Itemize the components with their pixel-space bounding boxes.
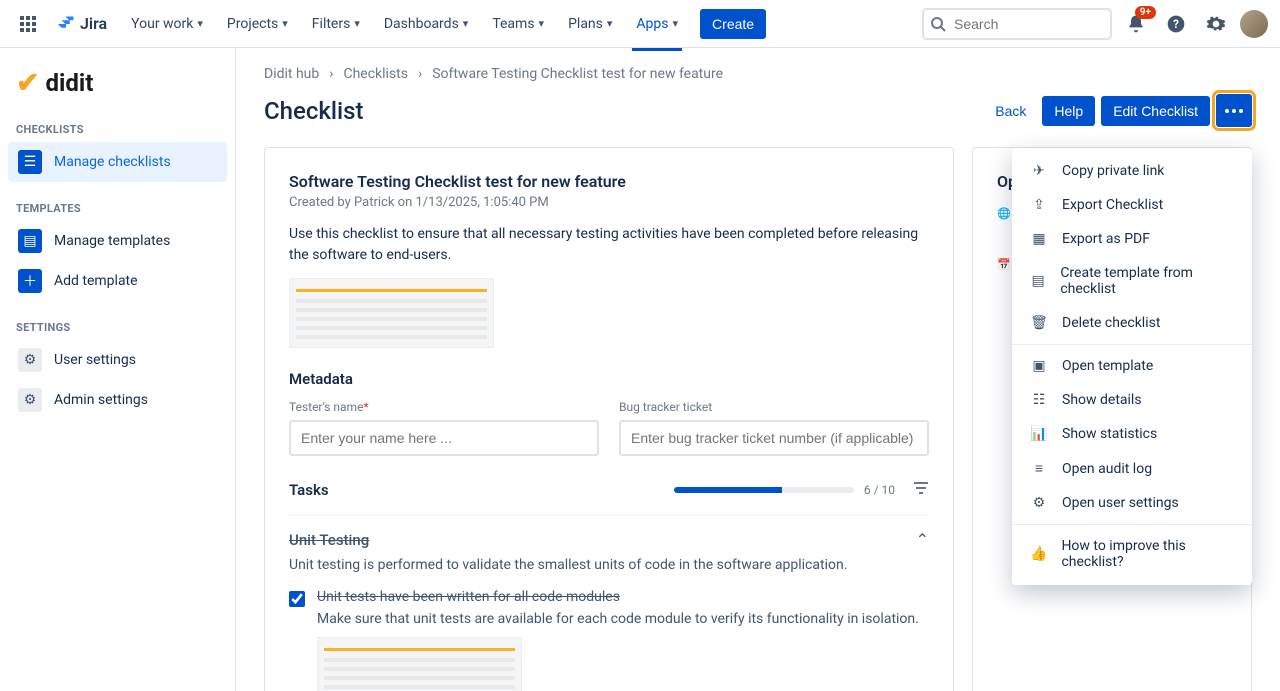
- menu-user-settings[interactable]: ⚙Open user settings: [1012, 486, 1252, 520]
- menu-improve[interactable]: 👍How to improve this checklist?: [1012, 529, 1252, 579]
- list-icon: ☰: [18, 150, 42, 174]
- calendar-icon: 📅: [997, 258, 1011, 271]
- open-template-icon: ▣: [1030, 358, 1048, 374]
- help-icon[interactable]: ?: [1160, 8, 1192, 40]
- tester-input[interactable]: [289, 420, 599, 456]
- checklist-title: Software Testing Checklist test for new …: [289, 172, 929, 191]
- details-icon: ☷: [1030, 392, 1048, 408]
- page-title: Checklist: [264, 97, 363, 125]
- bug-input[interactable]: [619, 420, 929, 456]
- crumb-current: Software Testing Checklist test for new …: [432, 66, 723, 82]
- create-button[interactable]: Create: [700, 9, 766, 39]
- nav-filters[interactable]: Filters▾: [304, 10, 368, 38]
- task-desc: Make sure that unit tests are available …: [317, 611, 919, 627]
- checklist-meta: Created by Patrick on 1/13/2025, 1:05:40…: [289, 195, 929, 210]
- thumbs-up-icon: 👍: [1030, 546, 1047, 562]
- checklist-card: Software Testing Checklist test for new …: [264, 147, 954, 691]
- search-input[interactable]: [922, 8, 1112, 40]
- notifications-icon[interactable]: 9+: [1120, 8, 1152, 40]
- stats-icon: 📊: [1030, 426, 1048, 442]
- sidebar-add-template[interactable]: ＋ Add template: [8, 261, 227, 301]
- nav-teams[interactable]: Teams▾: [484, 10, 552, 38]
- tasks-heading: Tasks: [289, 481, 329, 499]
- more-actions-button[interactable]: [1216, 94, 1252, 127]
- sidebar-manage-templates[interactable]: ▤ Manage templates: [8, 221, 227, 261]
- globe-icon: 🌐: [997, 207, 1011, 220]
- menu-copy-link[interactable]: ✈Copy private link: [1012, 154, 1252, 188]
- send-icon: ✈: [1030, 163, 1048, 179]
- brand-logo: ✔ didit: [16, 66, 219, 99]
- crumb-checklists[interactable]: Checklists: [343, 66, 408, 82]
- metadata-heading: Metadata: [289, 370, 929, 388]
- search-box: [922, 8, 1112, 40]
- search-icon: [930, 16, 946, 32]
- more-actions-menu: ✈Copy private link ⇪Export Checklist ▦Ex…: [1012, 148, 1252, 585]
- trash-icon: 🗑: [1030, 315, 1048, 331]
- menu-create-template[interactable]: ▤Create template from checklist: [1012, 256, 1252, 306]
- menu-export-pdf[interactable]: ▦Export as PDF: [1012, 222, 1252, 256]
- menu-open-template[interactable]: ▣Open template: [1012, 349, 1252, 383]
- sidebar-user-settings[interactable]: ⚙ User settings: [8, 340, 227, 380]
- user-settings-icon: ⚙: [18, 348, 42, 372]
- jira-label: Jira: [80, 14, 107, 33]
- collapse-icon[interactable]: ⌃: [916, 530, 929, 549]
- tester-label: Tester's name*: [289, 400, 599, 414]
- template-icon: ▤: [1030, 273, 1046, 289]
- edit-checklist-button[interactable]: Edit Checklist: [1101, 96, 1210, 126]
- filter-icon[interactable]: [913, 480, 929, 499]
- checklist-thumbnail: [289, 278, 494, 348]
- bug-label: Bug tracker ticket: [619, 400, 929, 414]
- task-thumbnail: [317, 637, 522, 691]
- notif-badge: 9+: [1135, 6, 1156, 19]
- sidebar-manage-checklists[interactable]: ☰ Manage checklists: [8, 142, 227, 182]
- add-template-icon: ＋: [18, 269, 42, 293]
- app-switcher-icon[interactable]: [12, 8, 44, 40]
- task-title: Unit tests have been written for all cod…: [317, 589, 919, 605]
- nav-apps[interactable]: Apps▾: [628, 10, 686, 38]
- progress-bar: [674, 487, 854, 493]
- main-content: Didit hub › Checklists › Software Testin…: [236, 48, 1280, 691]
- top-nav: Jira Your work▾ Projects▾ Filters▾ Dashb…: [0, 0, 1280, 48]
- checklist-desc: Use this checklist to ensure that all ne…: [289, 224, 929, 266]
- breadcrumb: Didit hub › Checklists › Software Testin…: [264, 66, 1252, 82]
- menu-export[interactable]: ⇪Export Checklist: [1012, 188, 1252, 222]
- user-settings-icon: ⚙: [1030, 495, 1048, 511]
- nav-projects[interactable]: Projects▾: [219, 10, 296, 38]
- export-icon: ⇪: [1030, 197, 1048, 213]
- section-settings: SETTINGS: [8, 315, 227, 340]
- help-button[interactable]: Help: [1042, 96, 1095, 126]
- menu-delete[interactable]: 🗑Delete checklist: [1012, 306, 1252, 340]
- group-desc: Unit testing is performed to validate th…: [289, 557, 929, 573]
- menu-show-details[interactable]: ☷Show details: [1012, 383, 1252, 417]
- section-templates: TEMPLATES: [8, 196, 227, 221]
- settings-icon[interactable]: [1200, 8, 1232, 40]
- menu-show-stats[interactable]: 📊Show statistics: [1012, 417, 1252, 451]
- log-icon: ≡: [1030, 460, 1048, 477]
- crumb-hub[interactable]: Didit hub: [264, 66, 319, 82]
- user-avatar[interactable]: [1240, 10, 1268, 38]
- section-checklists: CHECKLISTS: [8, 117, 227, 142]
- nav-your-work[interactable]: Your work▾: [123, 10, 211, 38]
- progress-text: 6 / 10: [864, 483, 895, 497]
- admin-settings-icon: ⚙: [18, 388, 42, 412]
- task-checkbox[interactable]: [289, 591, 305, 607]
- task-group: Unit Testing ⌃ Unit testing is performed…: [289, 515, 929, 691]
- nav-plans[interactable]: Plans▾: [560, 10, 620, 38]
- sidebar-admin-settings[interactable]: ⚙ Admin settings: [8, 380, 227, 420]
- group-title: Unit Testing: [289, 531, 369, 549]
- nav-dashboards[interactable]: Dashboards▾: [376, 10, 476, 38]
- pdf-icon: ▦: [1030, 231, 1048, 247]
- template-icon: ▤: [18, 229, 42, 253]
- task-item: Unit tests have been written for all cod…: [289, 589, 929, 691]
- jira-logo[interactable]: Jira: [56, 14, 107, 34]
- brand-check-icon: ✔: [16, 66, 39, 99]
- more-icon: [1225, 109, 1243, 113]
- svg-text:?: ?: [1173, 17, 1179, 31]
- menu-audit-log[interactable]: ≡Open audit log: [1012, 451, 1252, 486]
- back-button[interactable]: Back: [985, 97, 1036, 125]
- sidebar: ✔ didit CHECKLISTS ☰ Manage checklists T…: [0, 48, 236, 691]
